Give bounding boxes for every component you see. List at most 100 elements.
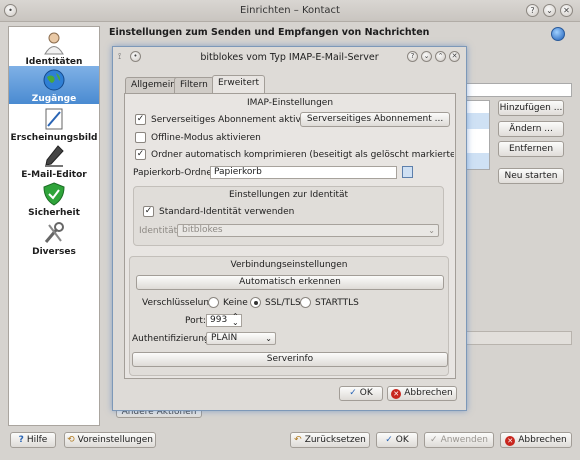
- tools-icon: [44, 222, 64, 243]
- encryption-ssl-radio[interactable]: [250, 297, 261, 308]
- pen-icon: [45, 145, 64, 167]
- trash-folder-label: Papierkorb-Ordner:: [133, 168, 219, 178]
- help-button[interactable]: ? Hilfe: [10, 432, 56, 448]
- list-item[interactable]: [467, 113, 489, 129]
- connection-section-title: Verbindungseinstellungen: [230, 260, 348, 270]
- minimize-icon[interactable]: ⌄: [421, 51, 432, 62]
- tab-filter[interactable]: Filtern: [174, 77, 214, 93]
- help-icon: ?: [18, 435, 24, 445]
- dialog-ok-button[interactable]: ✓ OK: [339, 386, 383, 401]
- person-icon: [44, 32, 64, 55]
- defaults-label: Voreinstellungen: [77, 435, 153, 445]
- account-filter-field[interactable]: [466, 83, 572, 97]
- default-identity-checkbox[interactable]: ✓: [143, 206, 154, 217]
- defaults-button[interactable]: ⟲ Voreinstellungen: [64, 432, 156, 448]
- globe-icon: [551, 27, 565, 41]
- cancel-button[interactable]: ✕ Abbrechen: [500, 432, 572, 448]
- globe-icon: [43, 69, 65, 91]
- restart-button[interactable]: Neu starten: [498, 168, 564, 184]
- identity-value: bitblokes: [182, 225, 223, 235]
- folder-browse-icon[interactable]: [402, 166, 413, 178]
- connection-group: Verbindungseinstellungen Automatisch erk…: [129, 256, 449, 376]
- sidebar-item-misc[interactable]: Diverses: [9, 221, 99, 257]
- shield-icon: [43, 182, 65, 206]
- help-label: Hilfe: [26, 435, 48, 445]
- encryption-label: Verschlüsselung:: [142, 298, 218, 308]
- ok-label: OK: [395, 435, 409, 445]
- page-title: Einstellungen zum Senden und Empfangen v…: [109, 27, 430, 38]
- apply-label: Anwenden: [440, 435, 488, 445]
- sidebar-item-label: Zugänge: [31, 94, 77, 104]
- help-icon[interactable]: ?: [526, 4, 539, 17]
- imap-section-title: IMAP-Einstellungen: [246, 98, 334, 108]
- offline-mode-label: Offline-Modus aktivieren: [151, 133, 261, 143]
- ok-label: OK: [359, 388, 373, 398]
- serverinfo-button[interactable]: Serverinfo: [132, 352, 448, 367]
- identity-section-title: Einstellungen zur Identität: [228, 190, 349, 200]
- help-icon[interactable]: ?: [407, 51, 418, 62]
- add-button[interactable]: Hinzufügen ...: [498, 100, 564, 116]
- sidebar-item-identities[interactable]: Identitäten: [9, 31, 99, 67]
- encryption-ssl-label: SSL/TLS: [265, 298, 301, 308]
- maximize-icon[interactable]: ⌃: [435, 51, 446, 62]
- sidebar-item-editor[interactable]: E-Mail-Editor: [9, 144, 99, 180]
- auto-compact-checkbox[interactable]: ✓: [135, 149, 146, 160]
- sidebar-item-label: Erscheinungsbild: [10, 133, 98, 143]
- auth-value: PLAIN: [211, 333, 238, 343]
- account-list[interactable]: [466, 100, 490, 170]
- port-stepper-icon[interactable]: ⌃ ⌄: [232, 313, 239, 327]
- window-title: Einrichten – Kontact: [240, 5, 340, 16]
- auth-select[interactable]: PLAIN ⌄: [206, 332, 276, 345]
- window-menu-icon[interactable]: •: [4, 4, 17, 17]
- ok-button[interactable]: ✓ OK: [376, 432, 418, 448]
- port-label: Port:: [185, 316, 206, 326]
- encryption-starttls-label: STARTTLS: [315, 298, 359, 308]
- auth-label: Authentifizierung:: [132, 334, 213, 344]
- identity-select[interactable]: bitblokes ⌄: [177, 224, 439, 237]
- auto-detect-button[interactable]: Automatisch erkennen: [136, 275, 444, 290]
- check-icon: ✓: [349, 388, 357, 398]
- window-titlebar: Einrichten – Kontact • ? ⌄ ✕: [0, 0, 580, 22]
- undo-icon: ↶: [294, 435, 302, 445]
- list-item[interactable]: [467, 153, 489, 169]
- identity-label: Identität:: [139, 226, 181, 236]
- identity-group: Einstellungen zur Identität ✓ Standard-I…: [133, 186, 444, 246]
- check-icon: ✓: [385, 435, 393, 445]
- sidebar-item-appearance[interactable]: Erscheinungsbild: [9, 107, 99, 143]
- cancel-label: Abbrechen: [518, 435, 567, 445]
- account-dialog: ⟟ • bitblokes vom Typ IMAP-E-Mail-Server…: [112, 46, 467, 411]
- apply-button[interactable]: ✓ Anwenden: [424, 432, 494, 448]
- advanced-panel: IMAP-Einstellungen ✓ Serverseitiges Abon…: [124, 93, 456, 379]
- reset-button[interactable]: ↶ Zurücksetzen: [290, 432, 370, 448]
- sidebar-item-label: Diverses: [32, 247, 76, 257]
- reset-label: Zurücksetzen: [304, 435, 366, 445]
- cancel-label: Abbrechen: [404, 388, 453, 398]
- sidebar-item-accounts[interactable]: Zugänge: [9, 66, 99, 104]
- scrollbar[interactable]: [466, 331, 572, 345]
- defaults-icon: ⟲: [67, 435, 75, 445]
- sidebar-item-label: Sicherheit: [28, 208, 80, 218]
- encryption-none-label: Keine: [223, 298, 248, 308]
- server-subscription-checkbox[interactable]: ✓: [135, 114, 146, 125]
- tab-advanced[interactable]: Erweitert: [212, 75, 266, 94]
- apply-icon: ✓: [430, 435, 438, 445]
- sidebar: Identitäten Zugänge Erscheinungsbild E-M…: [8, 26, 100, 426]
- sidebar-item-label: E-Mail-Editor: [21, 170, 87, 180]
- chevron-down-icon: ⌄: [265, 334, 272, 343]
- dialog-cancel-button[interactable]: ✕ Abbrechen: [387, 386, 457, 401]
- close-icon[interactable]: ✕: [560, 4, 573, 17]
- trash-folder-field[interactable]: Papierkorb: [210, 166, 397, 179]
- dialog-titlebar: ⟟ • bitblokes vom Typ IMAP-E-Mail-Server…: [113, 47, 466, 67]
- sidebar-item-security[interactable]: Sicherheit: [9, 182, 99, 218]
- change-button[interactable]: Ändern ...: [498, 121, 564, 137]
- server-subscription-button[interactable]: Serverseitiges Abonnement ...: [300, 112, 450, 127]
- minimize-icon[interactable]: ⌄: [543, 4, 556, 17]
- auto-compact-label: Ordner automatisch komprimieren (beseiti…: [151, 150, 454, 160]
- encryption-starttls-radio[interactable]: [300, 297, 311, 308]
- offline-mode-checkbox[interactable]: [135, 132, 146, 143]
- remove-button[interactable]: Entfernen: [498, 141, 564, 157]
- close-icon[interactable]: ✕: [449, 51, 460, 62]
- encryption-none-radio[interactable]: [208, 297, 219, 308]
- default-identity-label: Standard-Identität verwenden: [159, 207, 295, 217]
- appearance-icon: [45, 108, 63, 130]
